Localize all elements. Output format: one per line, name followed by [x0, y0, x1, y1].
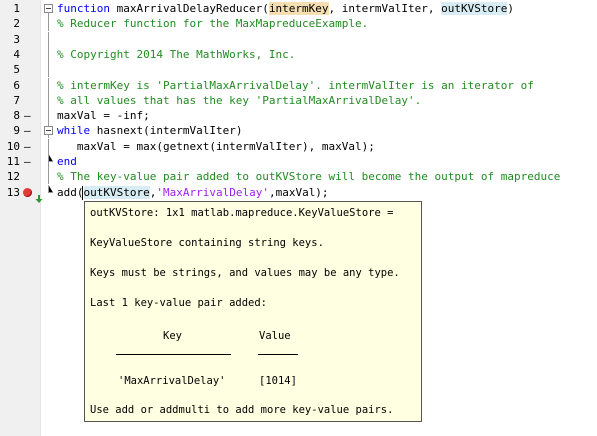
code-line[interactable]: 1 function maxArrivalDelayReducer(intermK… — [0, 1, 597, 16]
line-number: 13 — [6, 185, 20, 199]
code-token: ) — [507, 2, 514, 15]
code-token: add( — [57, 185, 84, 199]
code-line[interactable]: 2 % Reducer function for the MaxMapreduce… — [0, 16, 597, 32]
code-line[interactable]: 10– maxVal = max(getnext(intermValIter),… — [0, 138, 597, 154]
breakpoint-slot[interactable]: – — [24, 123, 31, 138]
code-token: % Reducer function for the MaxMapreduceE… — [57, 17, 369, 31]
row-value: [1014] — [259, 375, 297, 387]
line-number: 9 — [13, 124, 20, 138]
fold-marker-icon — [48, 16, 49, 32]
fold-marker-icon — [48, 154, 53, 169]
line-number: 2 — [13, 17, 20, 31]
code-line[interactable]: 9– while hasnext(intermValIter) — [0, 123, 597, 139]
fold-marker-icon — [48, 92, 49, 108]
code-token: while — [57, 124, 97, 138]
code-token: end — [57, 155, 77, 168]
code-editor[interactable]: 1 function maxArrivalDelayReducer(intermK… — [0, 0, 597, 436]
fold-marker-icon[interactable] — [44, 123, 53, 139]
breakpoint-icon[interactable] — [23, 187, 32, 197]
fold-marker-icon — [48, 62, 49, 78]
fold-marker-icon — [48, 169, 49, 185]
breakpoint-slot[interactable]: – — [24, 139, 31, 154]
code-text[interactable]: % intermKey is 'PartialMaxArrivalDelay'.… — [57, 78, 534, 93]
code-line[interactable]: 5 — [0, 62, 597, 78]
breakpoint-slot[interactable]: – — [24, 154, 31, 169]
code-line[interactable]: 4 % Copyright 2014 The MathWorks, Inc. — [0, 46, 597, 62]
code-text[interactable]: function maxArrivalDelayReducer(intermKe… — [57, 1, 514, 16]
code-line[interactable]: 8– maxVal = -inf; — [0, 108, 597, 124]
code-line[interactable]: 3 — [0, 31, 597, 47]
code-token: maxVal = max(getnext(intermValIter), max… — [57, 139, 375, 153]
tooltip-header: outKVStore: 1x1 matlab.mapreduce.KeyValu… — [90, 207, 394, 219]
code-token: ,maxVal); — [268, 185, 329, 199]
line-number: 5 — [13, 63, 20, 77]
tooltip-rule: Keys must be strings, and values may be … — [90, 267, 400, 279]
code-line[interactable]: 7 % all values that has the key 'PartialM… — [0, 92, 597, 108]
code-token: function — [57, 2, 117, 15]
tooltip-footer: Use add or addmulti to add more key-valu… — [90, 404, 394, 416]
datatip-tooltip: outKVStore: 1x1 matlab.mapreduce.KeyValu… — [84, 201, 422, 422]
code-token: outKVStore — [441, 2, 508, 15]
code-line[interactable]: 12 % The key-value pair added to outKVSto… — [0, 169, 597, 185]
code-token: % intermKey is 'PartialMaxArrivalDelay'.… — [57, 78, 534, 92]
code-line[interactable]: 11– end — [0, 154, 597, 169]
code-text[interactable]: while hasnext(intermValIter) — [57, 123, 242, 138]
fold-marker-icon[interactable] — [44, 1, 53, 16]
fold-marker-icon — [48, 108, 49, 124]
line-number: 7 — [13, 93, 20, 107]
code-token: % all values that has the key 'PartialMa… — [57, 93, 422, 107]
row-key: 'MaxArrivalDelay' — [118, 375, 226, 387]
column-header-key: Key — [163, 330, 182, 342]
code-text[interactable]: % all values that has the key 'PartialMa… — [57, 93, 421, 108]
value-underline — [258, 354, 298, 355]
text-cursor — [82, 186, 83, 200]
fold-marker-icon — [48, 31, 49, 47]
breakpoint-slot[interactable]: – — [24, 108, 31, 123]
code-line[interactable]: 6 % intermKey is 'PartialMaxArrivalDelay'… — [0, 77, 597, 93]
code-text[interactable]: maxVal = -inf; — [57, 108, 150, 123]
line-number: 12 — [6, 170, 20, 184]
code-line[interactable]: 13 add(outKVStore,'MaxArrivalDelay',maxVa… — [0, 184, 597, 200]
code-token: hasnext(intermValIter) — [96, 124, 243, 138]
fold-marker-icon — [48, 184, 53, 193]
column-header-value: Value — [259, 330, 291, 342]
code-token: maxArrivalDelayReducer( — [116, 2, 269, 15]
tooltip-description: KeyValueStore containing string keys. — [90, 237, 324, 249]
debug-arrow-icon — [35, 195, 43, 203]
line-number: 8 — [13, 109, 20, 123]
fold-marker-icon — [48, 77, 49, 93]
code-text[interactable]: add(outKVStore,'MaxArrivalDelay',maxVal)… — [57, 185, 329, 200]
key-underline — [116, 354, 231, 355]
fold-marker-icon — [48, 138, 49, 154]
line-number: 11 — [6, 155, 20, 168]
code-token: maxVal = -inf; — [57, 109, 150, 123]
code-token: , intermValIter, — [328, 2, 442, 15]
code-token: 'MaxArrivalDelay' — [156, 185, 269, 199]
code-text[interactable]: % Copyright 2014 The MathWorks, Inc. — [57, 47, 295, 62]
line-number: 3 — [13, 32, 20, 46]
code-token: % Copyright 2014 The MathWorks, Inc. — [57, 47, 296, 61]
code-text[interactable]: end — [57, 154, 77, 169]
line-number: 1 — [13, 2, 20, 15]
code-token: % The key-value pair added to outKVStore… — [57, 170, 561, 184]
code-token: outKVStore — [83, 185, 150, 199]
line-number: 4 — [13, 47, 20, 61]
fold-marker-icon — [48, 46, 49, 62]
code-text[interactable]: maxVal = max(getnext(intermValIter), max… — [57, 139, 375, 154]
code-text[interactable]: % The key-value pair added to outKVStore… — [57, 169, 560, 184]
line-number: 10 — [6, 139, 20, 153]
line-number: 6 — [13, 78, 20, 92]
code-text[interactable]: % Reducer function for the MaxMapreduceE… — [57, 16, 368, 31]
code-token: intermKey — [268, 2, 329, 15]
tooltip-last-added: Last 1 key-value pair added: — [90, 297, 268, 309]
